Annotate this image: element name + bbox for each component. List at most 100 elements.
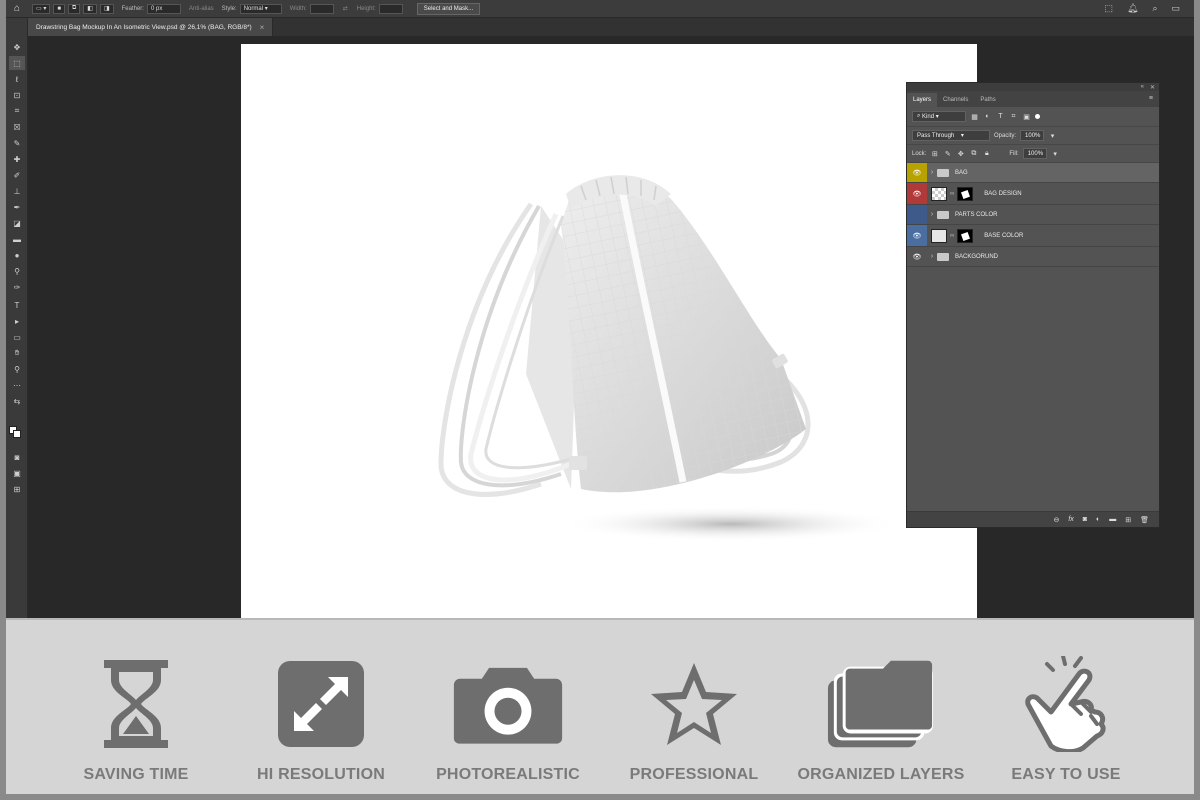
blend-mode-select[interactable]: Pass Through ▾ — [912, 130, 990, 141]
frame-tool-icon[interactable]: ☒ — [9, 120, 25, 134]
new-selection-icon[interactable]: ■ — [53, 3, 65, 14]
quick-select-tool-icon[interactable]: ⊡ — [9, 88, 25, 102]
smart-object-filter-icon[interactable]: ▣ — [1022, 112, 1031, 121]
marquee-preset-icon[interactable]: ▭ ▾ — [32, 3, 51, 14]
style-label: Style: — [221, 5, 237, 12]
edit-toolbar-icon[interactable]: ⊞ — [9, 482, 25, 496]
gradient-tool-icon[interactable]: ▬ — [9, 232, 25, 246]
eyedropper-tool-icon[interactable]: ✎ — [9, 136, 25, 150]
share-icon[interactable]: ⬚ — [1104, 3, 1113, 14]
expand-arrow-icon[interactable]: › — [927, 169, 937, 176]
feather-input[interactable]: 0 px — [146, 3, 181, 14]
add-mask-icon[interactable]: ◙ — [1083, 516, 1087, 523]
group-folder-icon — [937, 168, 949, 177]
anti-alias-label[interactable]: Anti-alias — [189, 6, 214, 12]
stamp-tool-icon[interactable]: ⊥ — [9, 184, 25, 198]
layers-panel-footer: ⊖ fx ◙ ◐ ▬ ⊞ 🗑︎ — [907, 511, 1159, 527]
adjustment-layer-icon[interactable]: ◐ — [1096, 516, 1100, 523]
expand-arrows-icon — [266, 658, 376, 750]
fill-dropdown-icon[interactable]: ▾ — [1051, 149, 1060, 158]
document-tab[interactable]: Drawstring Bag Mockup In An Isometric Vi… — [28, 18, 274, 36]
expand-arrow-icon[interactable]: › — [927, 211, 937, 218]
visibility-eye-icon[interactable]: 👁︎ — [907, 225, 927, 246]
intersect-selection-icon[interactable]: ◨ — [99, 3, 114, 14]
layer-row-bag[interactable]: 👁︎ › BAG — [907, 163, 1159, 183]
workspace-icon[interactable]: ▭ — [1171, 3, 1180, 14]
quick-mask-icon[interactable]: ◙ — [9, 450, 25, 464]
collapse-panel-icon[interactable]: « — [1141, 84, 1144, 90]
home-icon[interactable]: ⌂ — [10, 2, 24, 16]
blur-tool-icon[interactable]: ● — [9, 248, 25, 262]
pixel-filter-icon[interactable]: ▦ — [970, 112, 979, 121]
type-tool-icon[interactable]: T — [9, 298, 25, 312]
pen-tool-icon[interactable]: ✑ — [9, 280, 25, 294]
lock-row: Lock: ⊞ ✎ ✥ ⧉ 🔒︎ Fill: 100% ▾ — [907, 145, 1159, 163]
expand-arrow-icon[interactable]: › — [927, 253, 937, 260]
select-and-mask-button[interactable]: Select and Mask... — [416, 2, 481, 15]
camera-icon — [453, 658, 563, 750]
type-filter-icon[interactable]: T — [996, 112, 1005, 121]
opacity-input[interactable]: 100% — [1020, 130, 1045, 141]
tab-paths[interactable]: Paths — [974, 93, 1001, 107]
document-canvas[interactable] — [241, 44, 977, 618]
height-input[interactable] — [378, 3, 403, 14]
brush-tool-icon[interactable]: ✐ — [9, 168, 25, 182]
layer-style-icon[interactable]: fx — [1068, 516, 1073, 523]
visibility-toggle[interactable]: · — [907, 205, 927, 224]
lock-artboard-icon[interactable]: ⧉ — [969, 149, 978, 158]
adjustment-filter-icon[interactable]: ◐ — [983, 112, 992, 121]
subtract-selection-icon[interactable]: ◧ — [83, 3, 97, 14]
visibility-eye-icon[interactable]: 👁︎ — [907, 163, 927, 182]
panel-menu-icon[interactable]: ≡ — [1149, 95, 1153, 102]
fill-input[interactable]: 100% — [1022, 148, 1047, 159]
zoom-tool-icon[interactable]: ⚲ — [9, 362, 25, 376]
layer-row-parts-color[interactable]: · › PARTS COLOR — [907, 205, 1159, 225]
eraser-tool-icon[interactable]: ◪ — [9, 216, 25, 230]
hand-tool-icon[interactable]: ✋︎ — [9, 346, 25, 360]
filter-kind-select[interactable]: ⌕ Kind ▾ — [912, 111, 966, 122]
opacity-dropdown-icon[interactable]: ▾ — [1048, 131, 1057, 140]
background-color-swatch[interactable] — [13, 430, 21, 438]
group-folder-icon — [937, 252, 949, 261]
lock-transparency-icon[interactable]: ⊞ — [930, 149, 939, 158]
crop-tool-icon[interactable]: ⌗ — [9, 104, 25, 118]
visibility-eye-icon[interactable]: 👁︎ — [907, 247, 927, 266]
close-panel-icon[interactable]: ✕ — [1150, 84, 1155, 91]
notifications-icon[interactable]: 🔔︎ — [1127, 3, 1138, 14]
lock-pixels-icon[interactable]: ✎ — [943, 149, 952, 158]
lasso-tool-icon[interactable]: ℓ — [9, 72, 25, 86]
tab-layers[interactable]: Layers — [907, 93, 938, 107]
delete-layer-icon[interactable]: 🗑︎ — [1140, 516, 1149, 524]
more-tools-icon[interactable]: ⋯ — [9, 378, 25, 392]
path-select-tool-icon[interactable]: ▸ — [9, 314, 25, 328]
layer-row-bag-design[interactable]: 👁︎ ∞ BAG DESIGN — [907, 183, 1159, 205]
shape-filter-icon[interactable]: ⌗ — [1009, 112, 1018, 121]
options-bar: ⌂ ▭ ▾ ■ ⧉ ◧ ◨ Feather: 0 px Anti-alias S… — [6, 0, 1194, 18]
new-group-icon[interactable]: ▬ — [1109, 516, 1116, 523]
search-icon[interactable]: ⌕ — [1152, 3, 1157, 14]
layer-row-base-color[interactable]: 👁︎ ∞ BASE COLOR — [907, 225, 1159, 247]
history-brush-tool-icon[interactable]: ✒ — [9, 200, 25, 214]
lock-position-icon[interactable]: ✥ — [956, 149, 965, 158]
close-tab-icon[interactable]: × — [260, 23, 265, 32]
swap-icon[interactable]: ⇄ — [343, 5, 348, 12]
dodge-tool-icon[interactable]: ⚲ — [9, 264, 25, 278]
rectangle-tool-icon[interactable]: ▭ — [9, 330, 25, 344]
selection-mode-group[interactable]: ▭ ▾ ■ ⧉ ◧ ◨ — [32, 3, 114, 14]
style-select[interactable]: Normal ▾ — [239, 3, 282, 14]
width-input[interactable] — [309, 3, 334, 14]
add-selection-icon[interactable]: ⧉ — [67, 3, 81, 14]
layer-row-background[interactable]: 👁︎ › BACKGORUND — [907, 247, 1159, 267]
new-layer-icon[interactable]: ⊞ — [1125, 516, 1131, 524]
swap-colors-icon[interactable]: ⇆ — [9, 394, 25, 408]
healing-tool-icon[interactable]: ✚ — [9, 152, 25, 166]
move-tool-icon[interactable]: ✥ — [9, 40, 25, 54]
visibility-eye-icon[interactable]: 👁︎ — [907, 183, 927, 204]
filter-toggle-icon[interactable] — [1035, 114, 1040, 119]
screen-mode-icon[interactable]: ▣ — [9, 466, 25, 480]
lock-all-icon[interactable]: 🔒︎ — [982, 149, 991, 158]
link-layers-icon[interactable]: ⊖ — [1053, 516, 1059, 524]
tab-channels[interactable]: Channels — [937, 93, 974, 107]
feature-photorealistic: PHOTOREALISTIC — [418, 658, 598, 788]
marquee-tool-icon[interactable]: ⬚ — [9, 56, 25, 70]
